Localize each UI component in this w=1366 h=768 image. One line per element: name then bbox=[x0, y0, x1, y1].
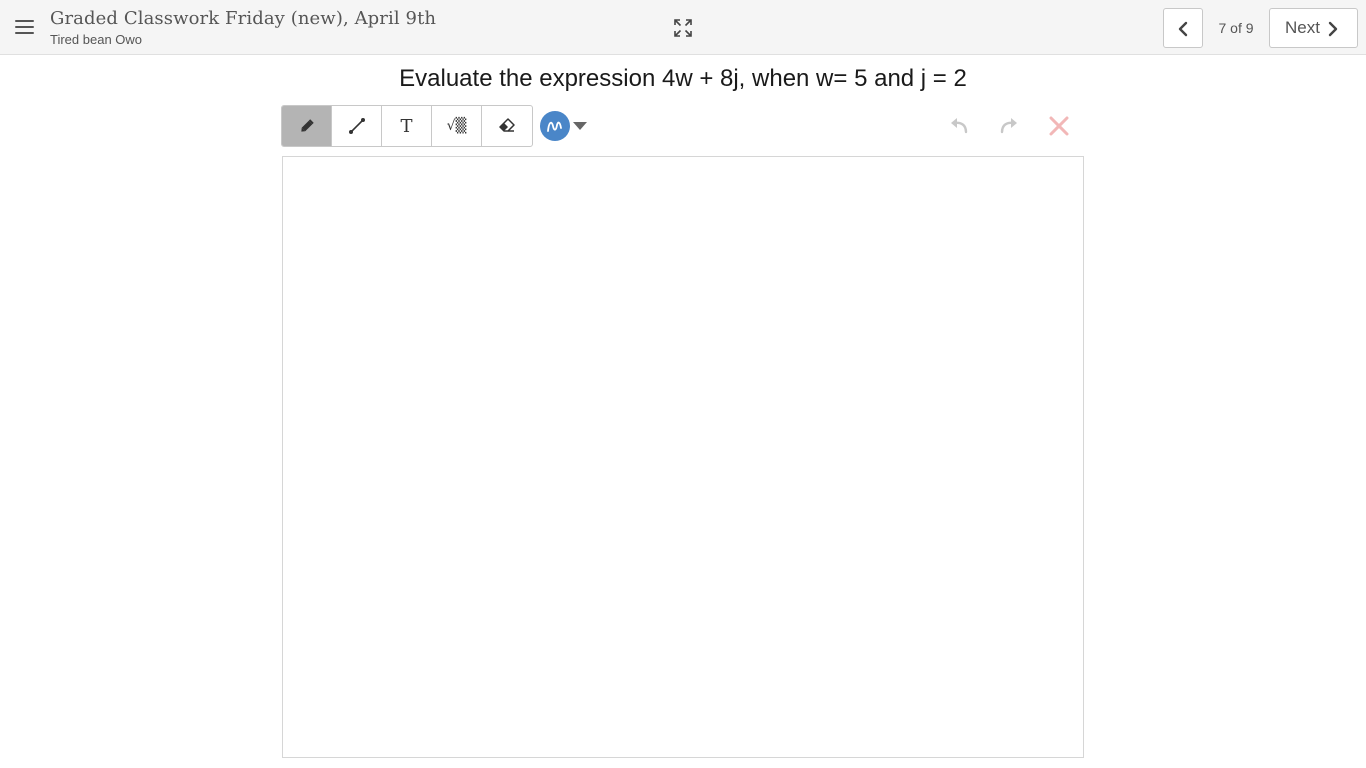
pencil-tool[interactable] bbox=[282, 106, 332, 146]
question-counter: 7 of 9 bbox=[1218, 20, 1254, 36]
page-title: Graded Classwork Friday (new), April 9th bbox=[50, 8, 437, 29]
chevron-down-icon[interactable] bbox=[573, 122, 587, 130]
line-tool[interactable] bbox=[332, 106, 382, 146]
redo-icon[interactable] bbox=[998, 116, 1020, 136]
previous-button[interactable] bbox=[1163, 8, 1203, 48]
student-name: Tired bean Owo bbox=[50, 32, 143, 47]
pencil-icon bbox=[300, 119, 314, 132]
drawing-toolbar: T √▒ bbox=[281, 105, 533, 147]
top-bar: Graded Classwork Friday (new), April 9th… bbox=[0, 0, 1366, 55]
undo-icon[interactable] bbox=[948, 116, 970, 136]
clear-icon[interactable] bbox=[1048, 116, 1070, 136]
chevron-left-icon bbox=[1178, 21, 1188, 37]
chevron-right-icon bbox=[1328, 21, 1338, 37]
question-text: Evaluate the expression 4w + 8j, when w=… bbox=[399, 65, 967, 92]
sqrt-icon: √▒ bbox=[446, 118, 467, 134]
next-button-label: Next bbox=[1285, 18, 1320, 37]
text-tool[interactable]: T bbox=[382, 106, 432, 146]
eraser-tool[interactable] bbox=[482, 106, 532, 146]
equation-tool[interactable]: √▒ bbox=[432, 106, 482, 146]
menu-icon[interactable] bbox=[15, 19, 34, 36]
selected-color-swatch[interactable] bbox=[540, 111, 570, 141]
drawing-canvas[interactable] bbox=[282, 156, 1084, 758]
color-picker[interactable] bbox=[540, 111, 588, 141]
text-icon: T bbox=[400, 115, 413, 137]
line-icon bbox=[348, 118, 365, 134]
squiggle-icon bbox=[547, 121, 562, 132]
eraser-icon bbox=[499, 118, 515, 132]
fullscreen-icon[interactable] bbox=[674, 19, 692, 37]
next-button[interactable]: Next bbox=[1269, 8, 1358, 48]
